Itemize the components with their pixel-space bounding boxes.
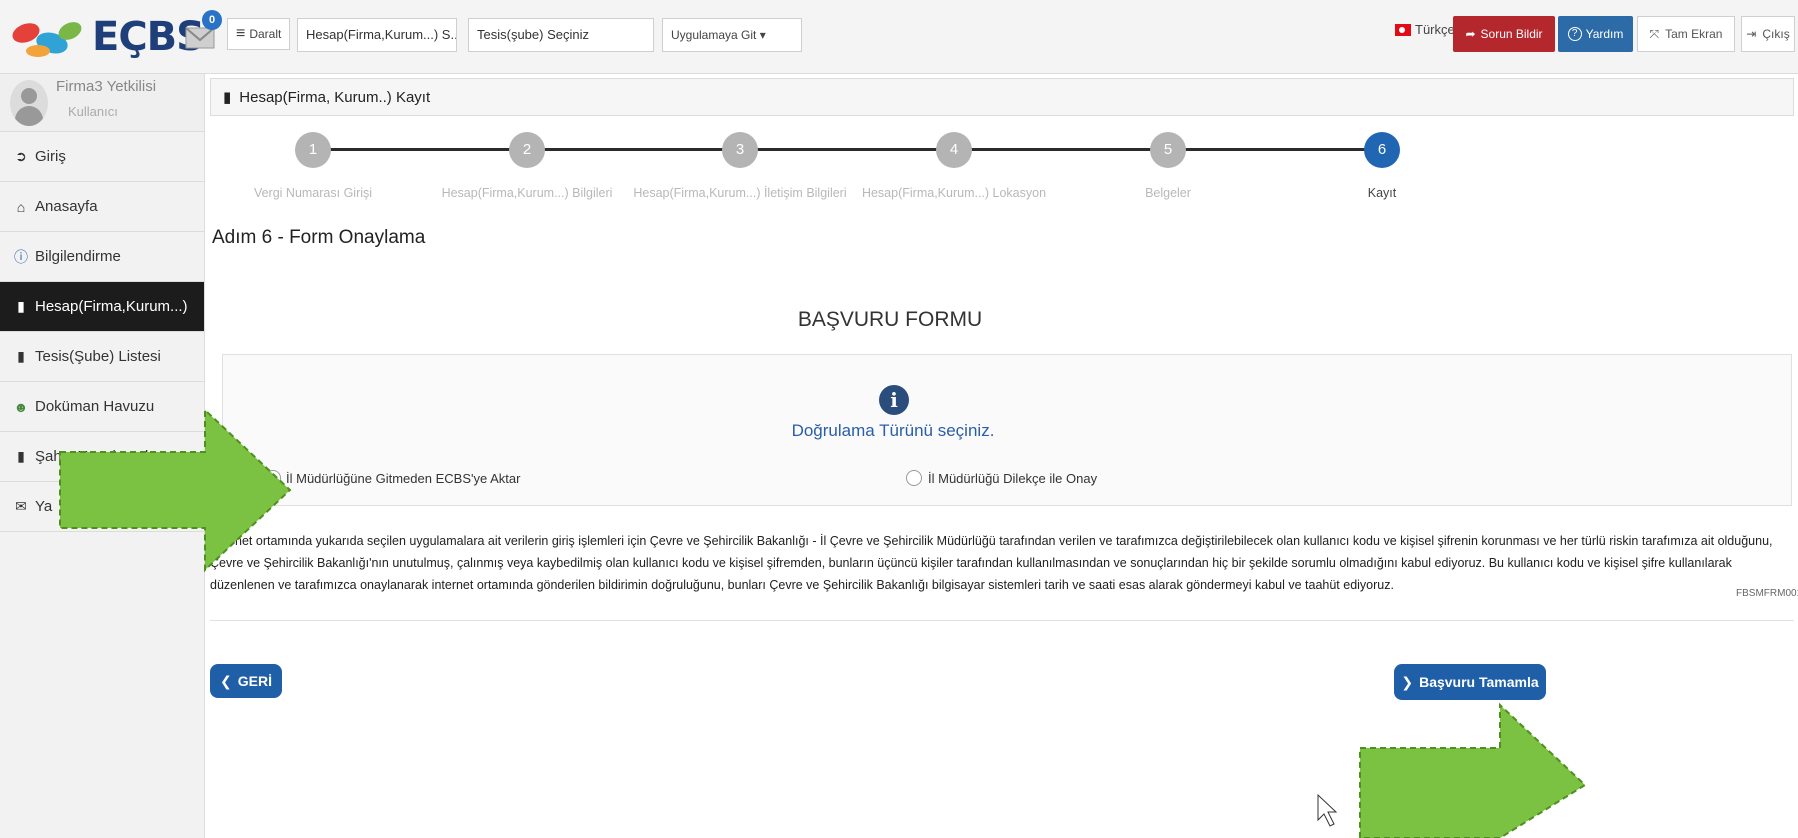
user-role: Kullanıcı	[68, 104, 118, 119]
share-arrow-icon: ➦	[1465, 27, 1476, 41]
branch-select[interactable]: Tesis(şube) Seçiniz	[468, 18, 654, 52]
user-name: Firma3 Yetkilisi	[56, 78, 157, 95]
logout-button[interactable]: ⇥ Çıkış	[1741, 16, 1795, 52]
verification-title: Doğrulama Türünü seçiniz.	[791, 421, 995, 440]
collapse-menu-label: Daralt	[249, 27, 282, 41]
users-icon: ☻	[13, 398, 29, 415]
message-count-badge: 0	[202, 10, 222, 30]
building-icon: ▮	[17, 448, 25, 464]
radio-option-label[interactable]: İl Müdürlüğü Dilekçe ile Onay	[928, 471, 1097, 486]
sidebar-item-label: Anasayfa	[35, 198, 98, 215]
user-profile[interactable]: Firma3 Yetkilisi Kullanıcı	[0, 74, 204, 132]
application-dropdown[interactable]: Uygulamaya Git ▾	[662, 18, 802, 52]
sidebar-item-ya[interactable]: ✉ Ya	[0, 482, 204, 532]
radio-option-ecbs-aktar[interactable]	[265, 470, 281, 486]
sidebar-item-anasayfa[interactable]: ⌂ Anasayfa	[0, 182, 204, 232]
wizard-step-label: Kayıt	[1367, 186, 1397, 200]
main-content: ▮ Hesap(Firma, Kurum..) Kayıt 1 2 3 4 5 …	[210, 78, 1798, 838]
collapse-menu-button[interactable]: ≡ Daralt	[227, 18, 291, 50]
logo-mark-icon	[12, 22, 82, 57]
account-select[interactable]: Hesap(Firma,Kurum...) S...	[297, 18, 457, 52]
logout-label: Çıkış	[1762, 27, 1790, 41]
radio-option-label[interactable]: İl Müdürlüğüne Gitmeden ECBS'ye Aktar	[286, 471, 520, 486]
wizard-step-6[interactable]: 6	[1364, 132, 1400, 168]
chevron-right-icon: ❯	[1401, 673, 1414, 690]
form-code: FBSMFRM001	[1736, 588, 1798, 599]
panel-header: ▮ Hesap(Firma, Kurum..) Kayıt	[210, 78, 1794, 116]
info-icon: i	[879, 385, 909, 415]
complete-application-button[interactable]: ❯ Başvuru Tamamla	[1394, 664, 1546, 700]
help-label: Yardım	[1585, 27, 1624, 41]
wizard-step-1[interactable]: 1	[295, 132, 331, 168]
back-button[interactable]: ❮ GERİ	[210, 664, 282, 698]
sidebar-item-label: Hesap(Firma,Kurum...)	[35, 298, 188, 315]
expand-icon: ⤧	[1649, 26, 1660, 41]
sidebar-item-label: Şahıs Uygulamaları	[35, 448, 166, 465]
sidebar-item-giris[interactable]: ➲ Giriş	[0, 132, 204, 182]
fullscreen-button[interactable]: ⤧ Tam Ekran	[1637, 16, 1735, 52]
sidebar-item-label: Bilgilendirme	[35, 248, 121, 265]
avatar	[10, 80, 48, 126]
building-icon: ▮	[17, 298, 25, 314]
panel-title: Hesap(Firma, Kurum..) Kayıt	[239, 88, 431, 106]
hamburger-icon: ≡	[236, 25, 246, 42]
question-circle-icon: ?	[1567, 27, 1582, 41]
sign-out-icon: ⇥	[1746, 27, 1757, 41]
legal-statement: İnternet ortamında yukarıda seçilen uygu…	[210, 534, 1773, 592]
building-icon: ▮	[223, 89, 232, 106]
complete-application-label: Başvuru Tamamla	[1419, 674, 1539, 690]
home-icon: ⌂	[16, 198, 26, 215]
sidebar-item-dokuman[interactable]: ☻ Doküman Havuzu	[0, 382, 204, 432]
sidebar-item-label: Doküman Havuzu	[35, 398, 155, 415]
radio-option-dilekce[interactable]	[906, 470, 922, 486]
help-button[interactable]: ? Yardım	[1558, 16, 1633, 52]
wizard-step-3[interactable]: 3	[722, 132, 758, 168]
wizard-step-4[interactable]: 4	[936, 132, 972, 168]
wizard-step-2[interactable]: 2	[509, 132, 545, 168]
sidebar: Firma3 Yetkilisi Kullanıcı ➲ Giriş ⌂ Ana…	[0, 74, 205, 838]
chevron-left-icon: ❮	[220, 672, 232, 689]
report-issue-label: Sorun Bildir	[1480, 27, 1543, 41]
envelope-icon: ✉	[15, 498, 27, 514]
sidebar-item-sahis[interactable]: ▮ Şahıs Uygulamaları	[0, 432, 204, 482]
fullscreen-label: Tam Ekran	[1665, 27, 1723, 41]
sidebar-item-hesap[interactable]: ▮ Hesap(Firma,Kurum...)	[0, 282, 204, 332]
arrow-circle-icon: ➲	[15, 148, 27, 164]
wizard-progress-line	[313, 148, 1393, 151]
building-icon: ▮	[17, 348, 25, 364]
form-title: BAŞVURU FORMU	[797, 308, 983, 331]
sidebar-item-label: Tesis(Şube) Listesi	[35, 348, 161, 365]
step-heading: Adım 6 - Form Onaylama	[212, 227, 426, 248]
form-footer	[210, 620, 1794, 740]
wizard-step-5[interactable]: 5	[1150, 132, 1186, 168]
report-issue-button[interactable]: ➦ Sorun Bildir	[1453, 16, 1555, 52]
sidebar-item-bilgilendirme[interactable]: ⓘ Bilgilendirme	[0, 232, 204, 282]
info-icon: ⓘ	[14, 248, 28, 265]
back-button-label: GERİ	[237, 673, 272, 689]
top-bar: EÇBS 0 ≡ Daralt Hesap(Firma,Kurum...) S.…	[0, 0, 1798, 74]
sidebar-item-tesis[interactable]: ▮ Tesis(Şube) Listesi	[0, 332, 204, 382]
language-label: Türkçe	[1415, 22, 1455, 37]
sidebar-item-label: Ya	[35, 498, 53, 515]
verification-panel: i Doğrulama Türünü seçiniz. İl Müdürlüğü…	[222, 354, 1792, 506]
sidebar-item-label: Giriş	[35, 148, 66, 165]
turkey-flag-icon	[1395, 23, 1411, 36]
